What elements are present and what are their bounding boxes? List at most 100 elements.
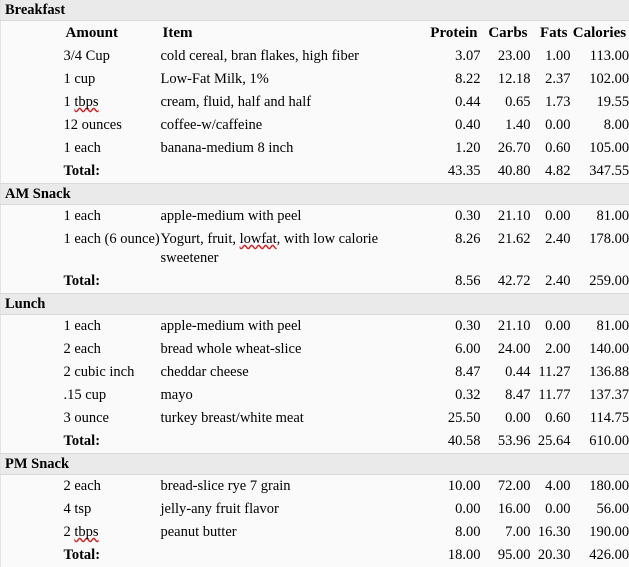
- food-calories-value: 19.55: [571, 91, 629, 114]
- food-fats-value: 1.00: [531, 45, 571, 68]
- food-carbs-value: 23.00: [481, 45, 531, 68]
- meal-section-title: PM Snack: [1, 454, 629, 475]
- meal-plan-table: BreakfastAmountItemProteinCarbsFatsCalor…: [0, 0, 629, 567]
- food-calories-value: 102.00: [571, 68, 629, 91]
- row-indent-cell: [1, 521, 64, 544]
- row-indent-cell: [1, 137, 64, 160]
- section-total-carbs: 42.72: [481, 270, 531, 294]
- food-item-name: coffee-w/caffeine: [161, 114, 424, 137]
- food-protein-value: 0.40: [424, 114, 481, 137]
- food-calories-value: 81.00: [571, 205, 629, 229]
- food-fats-value: 11.77: [531, 384, 571, 407]
- food-item-row: 3 ounceturkey breast/white meat25.500.00…: [1, 407, 629, 430]
- food-fats-value: 0.00: [531, 205, 571, 229]
- food-item-name: jelly-any fruit flavor: [161, 498, 424, 521]
- food-protein-value: 0.32: [424, 384, 481, 407]
- food-amount: 2 tbps: [64, 521, 161, 544]
- food-item-name: mayo: [161, 384, 424, 407]
- column-header-fats: Fats: [531, 21, 571, 46]
- food-carbs-value: 1.40: [481, 114, 531, 137]
- food-protein-value: 3.07: [424, 45, 481, 68]
- food-carbs-value: 26.70: [481, 137, 531, 160]
- section-total-carbs: 95.00: [481, 544, 531, 567]
- food-amount: 4 tsp: [64, 498, 161, 521]
- food-protein-value: 1.20: [424, 137, 481, 160]
- food-item-name: apple-medium with peel: [161, 315, 424, 339]
- food-fats-value: 0.60: [531, 407, 571, 430]
- food-protein-value: 6.00: [424, 338, 481, 361]
- food-amount: 3/4 Cup: [64, 45, 161, 68]
- section-total-protein: 18.00: [424, 544, 481, 567]
- food-protein-value: 10.00: [424, 475, 481, 499]
- food-protein-value: 8.26: [424, 228, 481, 270]
- section-total-row: Total:18.0095.0020.30426.00: [1, 544, 629, 567]
- food-protein-value: 8.22: [424, 68, 481, 91]
- row-indent-cell: [1, 384, 64, 407]
- food-amount: 3 ounce: [64, 407, 161, 430]
- food-carbs-value: 72.00: [481, 475, 531, 499]
- food-calories-value: 136.88: [571, 361, 629, 384]
- food-item-row: 4 tspjelly-any fruit flavor0.0016.000.00…: [1, 498, 629, 521]
- row-indent-cell: [1, 430, 64, 454]
- food-item-row: 1 eachapple-medium with peel0.3021.100.0…: [1, 205, 629, 229]
- food-item-name: Yogurt, fruit, lowfat, with low calorie …: [161, 228, 424, 270]
- food-protein-value: 0.30: [424, 315, 481, 339]
- food-fats-value: 1.73: [531, 91, 571, 114]
- section-total-calories: 259.00: [571, 270, 629, 294]
- section-total-label: Total:: [64, 160, 161, 184]
- meal-section-header-row: PM Snack: [1, 454, 629, 475]
- food-carbs-value: 0.44: [481, 361, 531, 384]
- column-header-amount: Amount: [64, 21, 161, 46]
- food-protein-value: 25.50: [424, 407, 481, 430]
- food-fats-value: 2.37: [531, 68, 571, 91]
- food-amount: 1 cup: [64, 68, 161, 91]
- section-total-label: Total:: [64, 270, 161, 294]
- food-calories-value: 140.00: [571, 338, 629, 361]
- food-carbs-value: 0.65: [481, 91, 531, 114]
- column-header-calories: Calories: [571, 21, 629, 46]
- food-item-name: cheddar cheese: [161, 361, 424, 384]
- row-indent-cell: [1, 68, 64, 91]
- food-item-name: bread-slice rye 7 grain: [161, 475, 424, 499]
- column-header-carbs: Carbs: [481, 21, 531, 46]
- food-item-row: 1 tbpscream, fluid, half and half0.440.6…: [1, 91, 629, 114]
- food-fats-value: 4.00: [531, 475, 571, 499]
- food-carbs-value: 21.62: [481, 228, 531, 270]
- food-item-row: 1 each (6 ounce)Yogurt, fruit, lowfat, w…: [1, 228, 629, 270]
- food-calories-value: 190.00: [571, 521, 629, 544]
- food-calories-value: 113.00: [571, 45, 629, 68]
- food-carbs-value: 7.00: [481, 521, 531, 544]
- food-fats-value: 0.60: [531, 137, 571, 160]
- row-indent-cell: [1, 338, 64, 361]
- food-fats-value: 2.00: [531, 338, 571, 361]
- food-calories-value: 56.00: [571, 498, 629, 521]
- food-amount: 1 each (6 ounce): [64, 228, 161, 270]
- food-item-row: 2 cubic inchcheddar cheese8.470.4411.271…: [1, 361, 629, 384]
- food-amount: 1 each: [64, 137, 161, 160]
- spellcheck-misspelled-word: lowfat: [240, 231, 277, 247]
- food-calories-value: 137.37: [571, 384, 629, 407]
- food-item-name: Low-Fat Milk, 1%: [161, 68, 424, 91]
- food-item-row: 1 cupLow-Fat Milk, 1%8.2212.182.37102.00: [1, 68, 629, 91]
- food-fats-value: 0.00: [531, 114, 571, 137]
- food-fats-value: 0.00: [531, 498, 571, 521]
- food-item-name: bread whole wheat-slice: [161, 338, 424, 361]
- food-carbs-value: 16.00: [481, 498, 531, 521]
- section-total-carbs: 53.96: [481, 430, 531, 454]
- row-indent-cell: [1, 228, 64, 270]
- food-item-name: apple-medium with peel: [161, 205, 424, 229]
- row-indent-cell: [1, 315, 64, 339]
- row-indent-cell: [1, 114, 64, 137]
- row-indent-cell: [1, 498, 64, 521]
- food-item-row: .15 cupmayo0.328.4711.77137.37: [1, 384, 629, 407]
- row-indent-cell: [1, 270, 64, 294]
- section-total-label: Total:: [64, 544, 161, 567]
- food-item-name: turkey breast/white meat: [161, 407, 424, 430]
- meal-section-header-row: Lunch: [1, 294, 629, 315]
- section-total-fats: 25.64: [531, 430, 571, 454]
- meal-section-title: AM Snack: [1, 184, 629, 205]
- section-total-calories: 347.55: [571, 160, 629, 184]
- meal-section-header-row: AM Snack: [1, 184, 629, 205]
- food-fats-value: 0.00: [531, 315, 571, 339]
- food-item-row: 2 eachbread whole wheat-slice6.0024.002.…: [1, 338, 629, 361]
